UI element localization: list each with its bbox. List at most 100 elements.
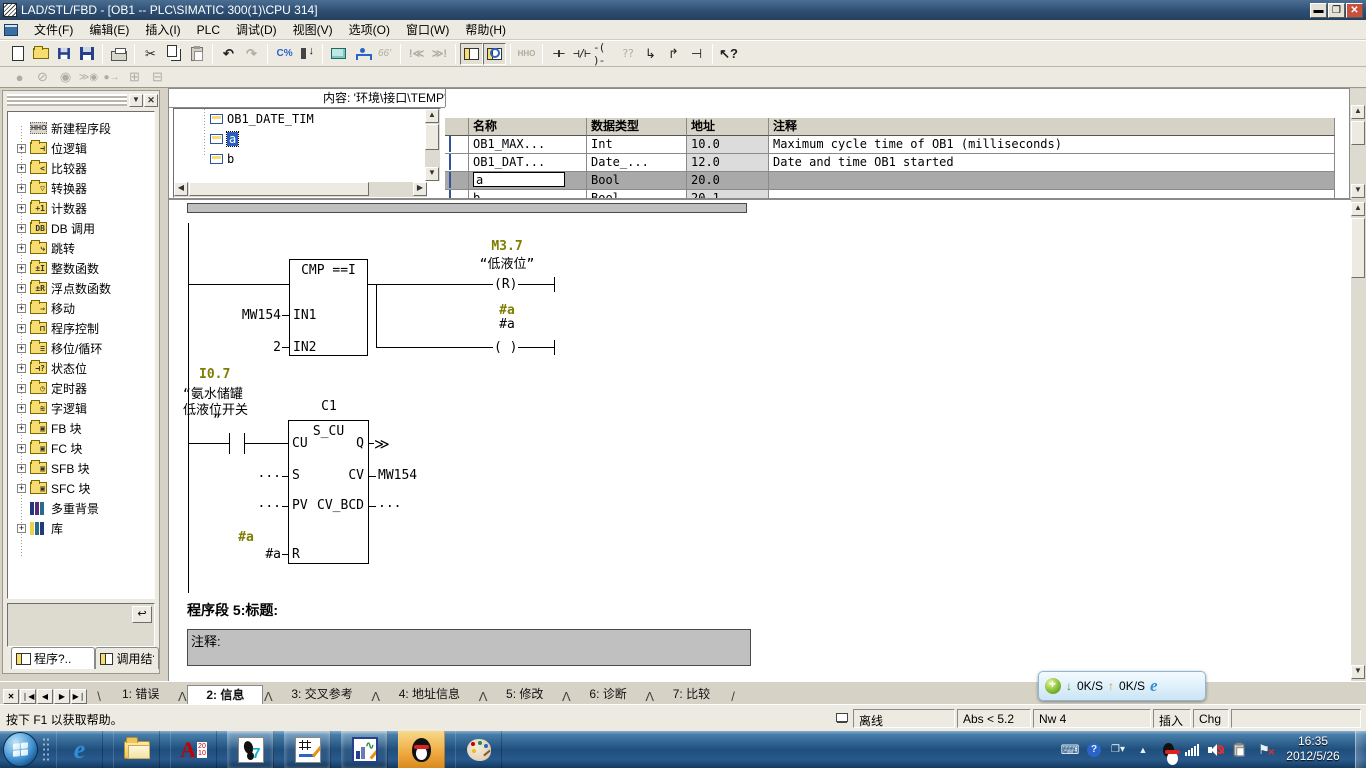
save-as-icon[interactable] <box>52 43 75 65</box>
cell-name[interactable]: b <box>469 190 587 199</box>
expand-icon[interactable]: + <box>17 164 26 173</box>
tab-info[interactable]: 2: 信息 <box>187 685 263 704</box>
menu-debug[interactable]: 调试(D) <box>228 19 285 40</box>
taskbar-clock[interactable]: 16:35 2012/5/26 <box>1274 734 1352 764</box>
declaration-vscrollbar[interactable]: ▲ ▼ <box>1350 89 1366 199</box>
expand-icon[interactable]: + <box>17 144 26 153</box>
catalog-item-converter[interactable]: +▽转换器 <box>10 178 152 198</box>
clipboard-tray-icon[interactable] <box>1231 742 1247 758</box>
menu-insert[interactable]: 插入(I) <box>137 19 188 40</box>
tab-errors[interactable]: 1: 错误 <box>104 685 177 704</box>
cut-icon[interactable]: ✂ <box>139 43 162 65</box>
paste-icon[interactable] <box>185 43 208 65</box>
menu-file[interactable]: 文件(F) <box>26 19 81 40</box>
cell-comment[interactable] <box>769 190 1335 199</box>
help-tray-icon[interactable]: ? <box>1087 743 1101 757</box>
menu-plc[interactable]: PLC <box>189 21 228 39</box>
catalog-item-multi-instance[interactable]: 多重背景 <box>10 498 152 518</box>
show-desktop-button[interactable] <box>1355 731 1366 768</box>
empty-box-icon[interactable]: ?? <box>616 43 639 65</box>
expand-icon[interactable]: + <box>17 264 26 273</box>
tab-cross-reference[interactable]: 3: 交叉参考 <box>273 685 370 704</box>
cell-comment[interactable]: Date and time OB1 started <box>769 154 1335 172</box>
network5-label[interactable]: 程序段 5 <box>187 602 241 618</box>
scroll-left-icon[interactable]: ◀ <box>174 182 188 196</box>
start-button[interactable] <box>3 732 38 767</box>
symbol-info-icon[interactable] <box>350 43 373 65</box>
open-window-icon[interactable]: ⊞ <box>123 68 146 86</box>
panel-close-icon[interactable]: ✕ <box>144 94 158 107</box>
cmp-in1-operand[interactable]: MW154 <box>237 308 281 323</box>
counter-s-operand[interactable]: ... <box>237 466 281 481</box>
print-icon[interactable] <box>107 43 130 65</box>
tree-item-a-selected[interactable]: a <box>210 131 238 147</box>
tab-call-structure[interactable]: 调用结? <box>95 647 159 669</box>
taskbar-qq[interactable] <box>398 731 445 768</box>
cell-address[interactable]: 10.0 <box>687 136 769 154</box>
mdi-child-icon[interactable] <box>4 24 18 36</box>
qq-tray-icon[interactable] <box>1160 742 1176 758</box>
expand-icon[interactable]: + <box>17 444 26 453</box>
run-to-icon[interactable]: ●→ <box>100 68 123 86</box>
cell-comment[interactable] <box>769 172 1335 190</box>
catalog-item-status-bits[interactable]: +⊣?状态位 <box>10 358 152 378</box>
tab-modify[interactable]: 5: 修改 <box>488 685 561 704</box>
expand-icon[interactable]: + <box>17 464 26 473</box>
scroll-thumb[interactable] <box>189 182 369 196</box>
column-comment[interactable]: 注释 <box>769 118 1335 136</box>
catalog-item-bit-logic[interactable]: +⊣位逻辑 <box>10 138 152 158</box>
menu-edit[interactable]: 编辑(E) <box>81 19 137 40</box>
network5-comment-box[interactable]: 注释: <box>187 629 751 666</box>
counter-cvbcd-operand[interactable]: ... <box>378 496 401 511</box>
scroll-right-icon[interactable]: ▶ <box>413 182 427 196</box>
scroll-down-icon[interactable]: ▼ <box>1351 184 1365 198</box>
net-speed-widget[interactable]: ↓ 0K/S ↑ 0K/S e <box>1038 671 1206 701</box>
cell-type[interactable]: Date_... <box>587 154 687 172</box>
network5-title[interactable]: :标题: <box>241 602 278 618</box>
scroll-up-icon[interactable]: ▲ <box>1351 105 1365 119</box>
scroll-thumb[interactable] <box>425 124 439 150</box>
tree-hscrollbar[interactable]: ◀ ▶ <box>174 182 427 197</box>
catalog-item-timer[interactable]: +◷定时器 <box>10 378 152 398</box>
new-network-icon[interactable]: HHO <box>515 43 538 65</box>
catalog-item-fc-blocks[interactable]: +▣FC 块 <box>10 438 152 458</box>
ladder-editor[interactable]: CMP ==I IN1 IN2 MW154 2 M3.7 “低液位” (R) #… <box>168 199 1351 681</box>
expand-icon[interactable]: + <box>17 384 26 393</box>
menu-options[interactable]: 选项(O) <box>341 19 398 40</box>
reset-coil[interactable]: (R) <box>493 277 518 292</box>
menu-window[interactable]: 窗口(W) <box>398 19 457 40</box>
next-tab-icon[interactable]: ▶ <box>54 689 70 704</box>
window-tray-icon[interactable]: ❐▾ <box>1110 742 1126 758</box>
counter-name[interactable]: C1 <box>304 399 354 414</box>
cell-address[interactable]: 12.0 <box>687 154 769 172</box>
catalog-item-db-call[interactable]: +DBDB 调用 <box>10 218 152 238</box>
connector-icon[interactable]: ⊣ <box>685 43 708 65</box>
taskbar-plc-chart-tool[interactable]: ∿ <box>341 731 388 768</box>
column-datatype[interactable]: 数据类型 <box>587 118 687 136</box>
close-window-icon[interactable]: ⊟ <box>146 68 169 86</box>
ie-shortcut-icon[interactable]: e <box>1150 676 1158 696</box>
cmp-in2-operand[interactable]: 2 <box>237 340 281 355</box>
new-file-icon[interactable] <box>6 43 29 65</box>
expand-icon[interactable]: + <box>17 304 26 313</box>
contact-bar[interactable] <box>229 433 230 454</box>
expand-icon[interactable]: + <box>17 404 26 413</box>
catalog-item-new-network[interactable]: HHO新建程序段 <box>10 118 152 138</box>
cell-type[interactable]: Int <box>587 136 687 154</box>
show-hidden-icons[interactable]: ▲ <box>1135 742 1151 758</box>
open-branch-icon[interactable]: ↳ <box>639 43 662 65</box>
catalog-item-fb-blocks[interactable]: +▣FB 块 <box>10 418 152 438</box>
taskbar-simatic-manager[interactable]: 7 <box>227 731 274 768</box>
cell-name[interactable]: OB1_DAT... <box>469 154 587 172</box>
cell-name[interactable]: OB1_MAX... <box>469 136 587 154</box>
goto-next-error-icon[interactable]: ≫! <box>428 43 451 65</box>
menu-view[interactable]: 视图(V) <box>285 19 341 40</box>
output-coil[interactable]: ( ) <box>493 340 518 355</box>
tab-address-info[interactable]: 4: 地址信息 <box>381 685 478 704</box>
network-signal-icon[interactable] <box>1185 744 1199 756</box>
keyboard-tray-icon[interactable]: ⌨ <box>1062 742 1078 758</box>
first-tab-icon[interactable]: ❘◀ <box>20 689 36 704</box>
taskbar-internet-explorer[interactable]: e <box>56 731 103 768</box>
coil-icon[interactable]: -( )- <box>593 43 616 65</box>
scroll-down-icon[interactable]: ▼ <box>1351 665 1365 679</box>
